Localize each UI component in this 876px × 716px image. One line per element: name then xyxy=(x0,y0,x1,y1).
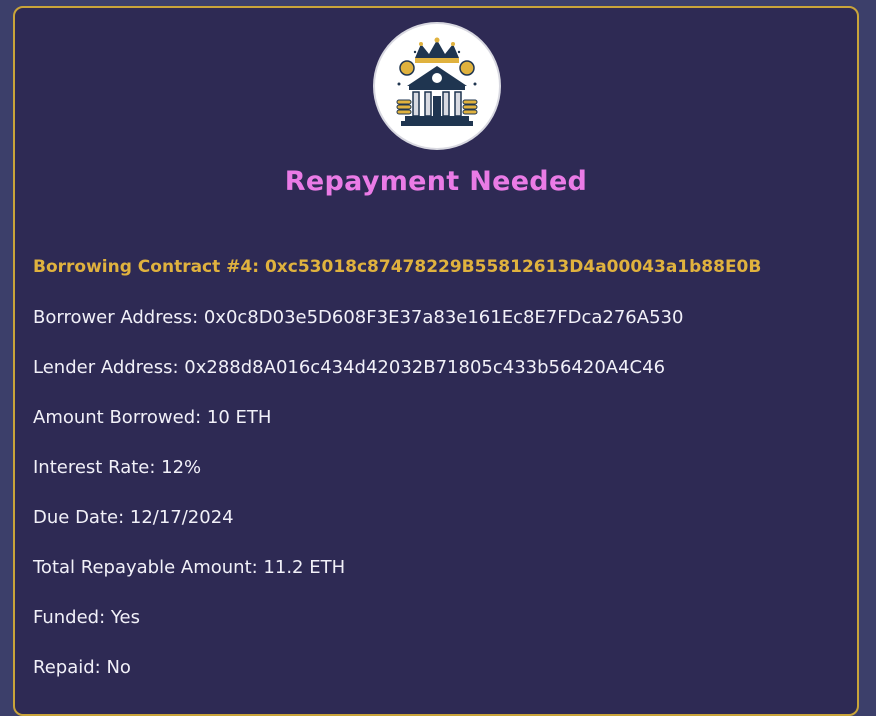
due-date: Due Date: 12/17/2024 xyxy=(33,507,234,528)
total-repayable-amount: Total Repayable Amount: 11.2 ETH xyxy=(33,557,346,578)
lender-address: Lender Address: 0x288d8A016c434d42032B71… xyxy=(33,357,666,378)
borrower-address: Borrower Address: 0x0c8D03e5D608F3E37a83… xyxy=(33,307,684,328)
repayment-card: Repayment Needed Borrowing Contract #4: … xyxy=(13,6,859,716)
amount-borrowed: Amount Borrowed: 10 ETH xyxy=(33,407,272,428)
bank-crown-logo-icon xyxy=(375,24,499,148)
contract-heading: Borrowing Contract #4: 0xc53018c87478229… xyxy=(33,257,762,277)
interest-rate: Interest Rate: 12% xyxy=(33,457,202,478)
repaid-status: Repaid: No xyxy=(33,657,131,678)
page-title: Repayment Needed xyxy=(284,166,588,197)
funded-status: Funded: Yes xyxy=(33,607,140,628)
